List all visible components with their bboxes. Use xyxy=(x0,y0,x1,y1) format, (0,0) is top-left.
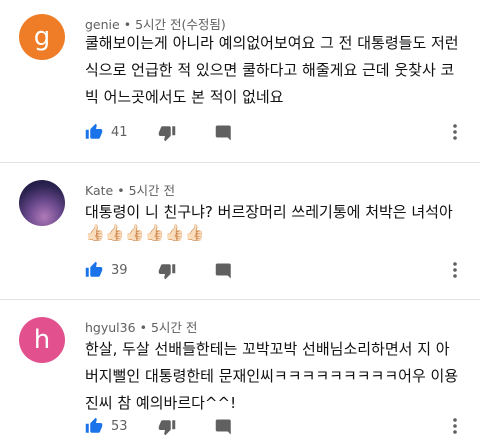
comment-text: 한살, 두살 선배들한테는 꼬박꼬박 선배님소리하면서 지 아 버지뻘인 대통령… xyxy=(85,340,459,412)
avatar-letter: h xyxy=(33,325,51,355)
comment-author[interactable]: Kate xyxy=(85,183,113,198)
thumbs-up-icon[interactable] xyxy=(85,417,103,435)
avatar-letter: g xyxy=(33,22,51,52)
comment-meta: hgyul36 • 5시간 전 xyxy=(85,317,197,336)
meta-separator: • xyxy=(139,320,147,335)
reply-icon[interactable] xyxy=(215,262,233,280)
comment: h hgyul36 • 5시간 전 한살, 두살 선배들한테는 꼬박꼬박 선배님소리… xyxy=(0,300,480,448)
thumbs-up-icon[interactable] xyxy=(85,123,103,141)
like-count: 39 xyxy=(111,263,128,278)
more-vertical-icon[interactable] xyxy=(452,123,458,141)
comment-time[interactable]: 5시간 전 xyxy=(129,183,175,198)
meta-separator: • xyxy=(117,183,125,198)
comment: Kate • 5시간 전 대통령이 니 친구냐? 버르장머리 쓰레기통에 처박은 녀… xyxy=(0,163,480,299)
more-vertical-icon[interactable] xyxy=(452,417,458,435)
comment-time[interactable]: 5시간 전 xyxy=(151,320,197,335)
avatar[interactable] xyxy=(19,180,65,226)
thumbs-up-emoji-row: 👍🏻👍🏻👍🏻👍🏻👍🏻👍🏻 xyxy=(85,223,205,242)
thumbs-up-icon[interactable] xyxy=(85,261,103,279)
thumbs-down-icon[interactable] xyxy=(158,418,176,436)
comment-actions: 39 xyxy=(85,261,470,281)
comment: g genie • 5시간 전(수정됨) 쿨해보이는게 아니라 예의없어보여요 그 … xyxy=(0,0,480,162)
thumbs-down-icon[interactable] xyxy=(158,124,176,142)
comment-text: 대통령이 니 친구냐? 버르장머리 쓰레기통에 처박은 녀석아 xyxy=(85,203,453,221)
like-count: 53 xyxy=(111,419,128,434)
avatar[interactable]: h xyxy=(19,317,65,363)
comment-meta: Kate • 5시간 전 xyxy=(85,180,175,199)
comment-text: 쿨해보이는게 아니라 예의없어보여요 그 전 대통령들도 저런 식으로 언급한 … xyxy=(85,34,459,106)
like-count: 41 xyxy=(111,125,128,140)
comment-actions: 53 xyxy=(85,417,470,437)
comment-author[interactable]: hgyul36 xyxy=(85,320,136,335)
reply-icon[interactable] xyxy=(215,418,233,436)
avatar[interactable]: g xyxy=(19,14,65,60)
reply-icon[interactable] xyxy=(215,124,233,142)
comment-actions: 41 xyxy=(85,123,470,143)
more-vertical-icon[interactable] xyxy=(452,261,458,279)
thumbs-down-icon[interactable] xyxy=(158,262,176,280)
